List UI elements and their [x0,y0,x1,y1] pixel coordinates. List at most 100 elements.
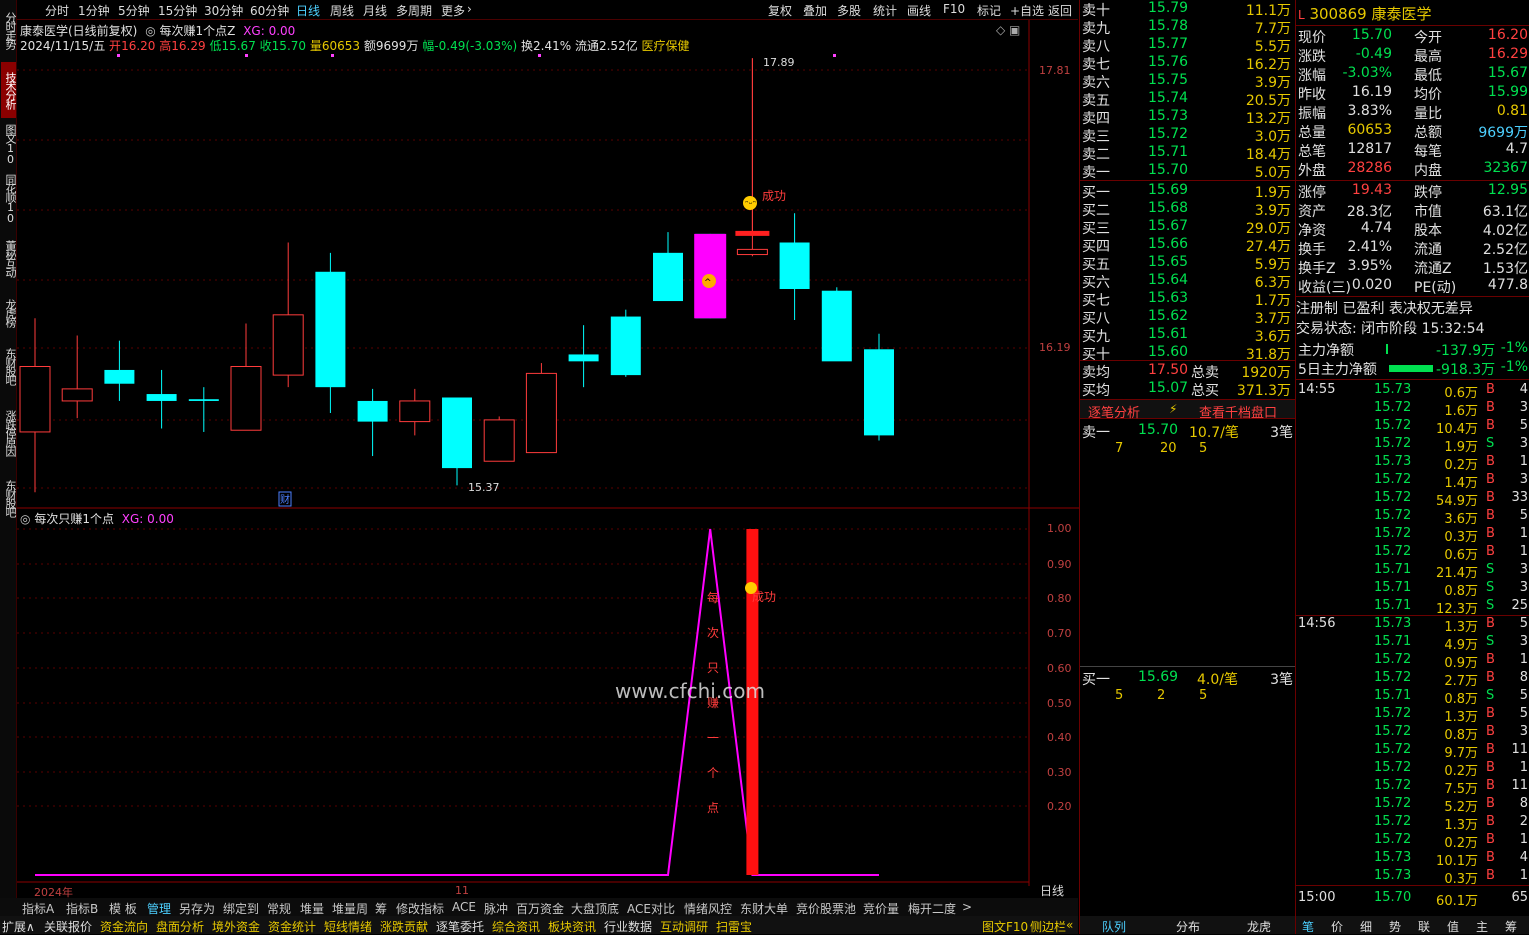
tab-more-right[interactable]: > [962,900,972,914]
tab-manage[interactable]: 管理 [147,900,171,917]
period-60min[interactable]: 60分钟 [250,2,289,19]
bid-row[interactable]: 买四 15.66 27.4万 [1080,236,1295,255]
period-more[interactable]: 更多 [441,2,465,19]
ask-row[interactable]: 卖四 15.73 13.2万 [1080,108,1295,127]
tab-edit-indicator[interactable]: 修改指标 [396,900,444,917]
tab-indicator-a[interactable]: 指标A [22,900,54,917]
period-intraday[interactable]: 分时 [45,2,69,19]
tab-thousand-level[interactable]: 查看千档盘口 [1199,402,1277,421]
tool-back[interactable]: 返回 [1048,2,1072,19]
tab-graphic-f10-bottom[interactable]: 图文F10 [982,918,1028,935]
tab-stack-vol[interactable]: 堆量 [300,900,324,917]
tool-multi-stock[interactable]: 多股 [837,2,861,19]
tab-market-top-bottom[interactable]: 大盘顶底 [571,900,619,917]
tab-million-fund[interactable]: 百万资金 [516,900,564,917]
tab-foreign-fund[interactable]: 境外资金 [212,918,260,935]
bid-row[interactable]: 买一 15.69 1.9万 [1080,182,1295,201]
tab-fund-flow[interactable]: 资金流向 [100,918,148,935]
period-multi[interactable]: 多周期 [396,2,432,19]
period-15min[interactable]: 15分钟 [158,2,197,19]
tab-stack-vol-week[interactable]: 堆量周 [332,900,368,917]
tab-chips[interactable]: 筹 [375,900,387,917]
tab-big-order[interactable]: 东财大单 [740,900,788,917]
tab-auction-vol[interactable]: 竞价量 [863,900,899,917]
bid-row[interactable]: 买七 15.63 1.7万 [1080,290,1295,309]
tab-meikai[interactable]: 梅开二度 [908,900,956,917]
tab-risk-scan[interactable]: 扫雷宝 [716,918,752,935]
tab-dragon-tiger[interactable]: 龙虎榜 [1,290,17,334]
tab-fund-stats[interactable]: 资金统计 [268,918,316,935]
panel-tab[interactable]: 联 [1418,918,1430,935]
tab-contribution[interactable]: 涨跌贡献 [380,918,428,935]
period-30min[interactable]: 30分钟 [204,2,243,19]
tab-distribution[interactable]: 分布 [1176,918,1200,935]
bid-row[interactable]: 买五 15.65 5.9万 [1080,254,1295,273]
tab-limit-reason[interactable]: 涨跌停原因 [1,398,17,466]
tool-draw[interactable]: 画线 [907,2,931,19]
tab-sentiment[interactable]: 情绪风控 [684,900,732,917]
tab-template[interactable]: 模 板 [109,900,137,917]
panel-tab[interactable]: 主 [1476,918,1488,935]
tab-bind-to[interactable]: 绑定到 [223,900,259,917]
tab-industry-data[interactable]: 行业数据 [604,918,652,935]
period-5min[interactable]: 5分钟 [118,2,150,19]
ask-row[interactable]: 卖三 15.72 3.0万 [1080,126,1295,145]
tab-related-quote[interactable]: 关联报价 [44,918,92,935]
tab-save-as[interactable]: 另存为 [179,900,215,917]
tool-mark[interactable]: 标记 [977,2,1001,19]
ask-row[interactable]: 卖二 15.71 18.4万 [1080,144,1295,163]
bid-row[interactable]: 买三 15.67 29.0万 [1080,218,1295,237]
period-monthly[interactable]: 月线 [363,2,387,19]
tab-secretary[interactable]: 董秘互动 [1,230,17,286]
panel-tab[interactable]: 价 [1331,918,1343,935]
tab-indicator-b[interactable]: 指标B [66,900,98,917]
tab-ths10[interactable]: 同花顺10 [1,170,17,226]
ask-row[interactable]: 卖五 15.74 20.5万 [1080,90,1295,109]
period-indicator[interactable]: 日线 [1040,882,1064,899]
ask-row[interactable]: 卖九 15.78 7.7万 [1080,18,1295,37]
ask-row[interactable]: 卖六 15.75 3.9万 [1080,72,1295,91]
bid-row[interactable]: 买六 15.64 6.3万 [1080,272,1295,291]
tool-overlay[interactable]: 叠加 [803,2,827,19]
panel-tab[interactable]: 细 [1360,918,1372,935]
tab-short-sentiment[interactable]: 短线情绪 [324,918,372,935]
tab-expand[interactable]: 扩展∧ [2,918,35,935]
tab-auction-pool[interactable]: 竞价股票池 [796,900,856,917]
period-weekly[interactable]: 周线 [330,2,354,19]
tab-technical[interactable]: 技术分析 [1,62,17,118]
tab-queue[interactable]: 队列 [1102,918,1126,935]
tool-f10[interactable]: F10 [943,2,965,16]
period-daily[interactable]: 日线 [296,2,320,19]
sub-indicator-name[interactable]: 每次只赚1个点 [34,512,114,526]
tool-stats[interactable]: 统计 [873,2,897,19]
period-1min[interactable]: 1分钟 [78,2,110,19]
panel-tab[interactable]: 笔 [1302,918,1314,935]
tab-guba[interactable]: 东财股吧 [1,338,17,394]
chevron-right-icon[interactable]: › [467,2,472,16]
tool-add-watch[interactable]: +自选 [1010,2,1044,19]
panel-tab[interactable]: 筹 [1505,918,1517,935]
bid-row[interactable]: 买九 15.61 3.6万 [1080,326,1295,345]
bid-row[interactable]: 买八 15.62 3.7万 [1080,308,1295,327]
tool-restore-rights[interactable]: 复权 [768,2,792,19]
tab-guba-2[interactable]: 东财股吧 [1,470,17,526]
sub-settings-icon[interactable]: ◎ [20,512,30,526]
tab-sidebar[interactable]: 侧边栏 [1030,918,1066,935]
ask-row[interactable]: 卖一 15.70 5.0万 [1080,162,1295,181]
panel-tab[interactable]: 值 [1447,918,1459,935]
bid-row[interactable]: 买二 15.68 3.9万 [1080,200,1295,219]
tab-tick-order[interactable]: 逐笔委托 [436,918,484,935]
tab-market-analysis[interactable]: 盘面分析 [156,918,204,935]
tab-news[interactable]: 综合资讯 [492,918,540,935]
ask-row[interactable]: 卖十 15.79 11.1万 [1080,0,1295,19]
tab-pulse[interactable]: 脉冲 [484,900,508,917]
tab-ace-compare[interactable]: ACE对比 [627,900,675,917]
tab-intraday[interactable]: 分时走势 [1,2,17,58]
tab-normal[interactable]: 常规 [267,900,291,917]
collapse-icon[interactable]: « [1066,918,1073,932]
tab-interaction[interactable]: 互动调研 [660,918,708,935]
ask-row[interactable]: 卖七 15.76 16.2万 [1080,54,1295,73]
panel-tab[interactable]: 势 [1389,918,1401,935]
ask-row[interactable]: 卖八 15.77 5.5万 [1080,36,1295,55]
tab-graphic-f10[interactable]: 图文10 [1,122,17,166]
